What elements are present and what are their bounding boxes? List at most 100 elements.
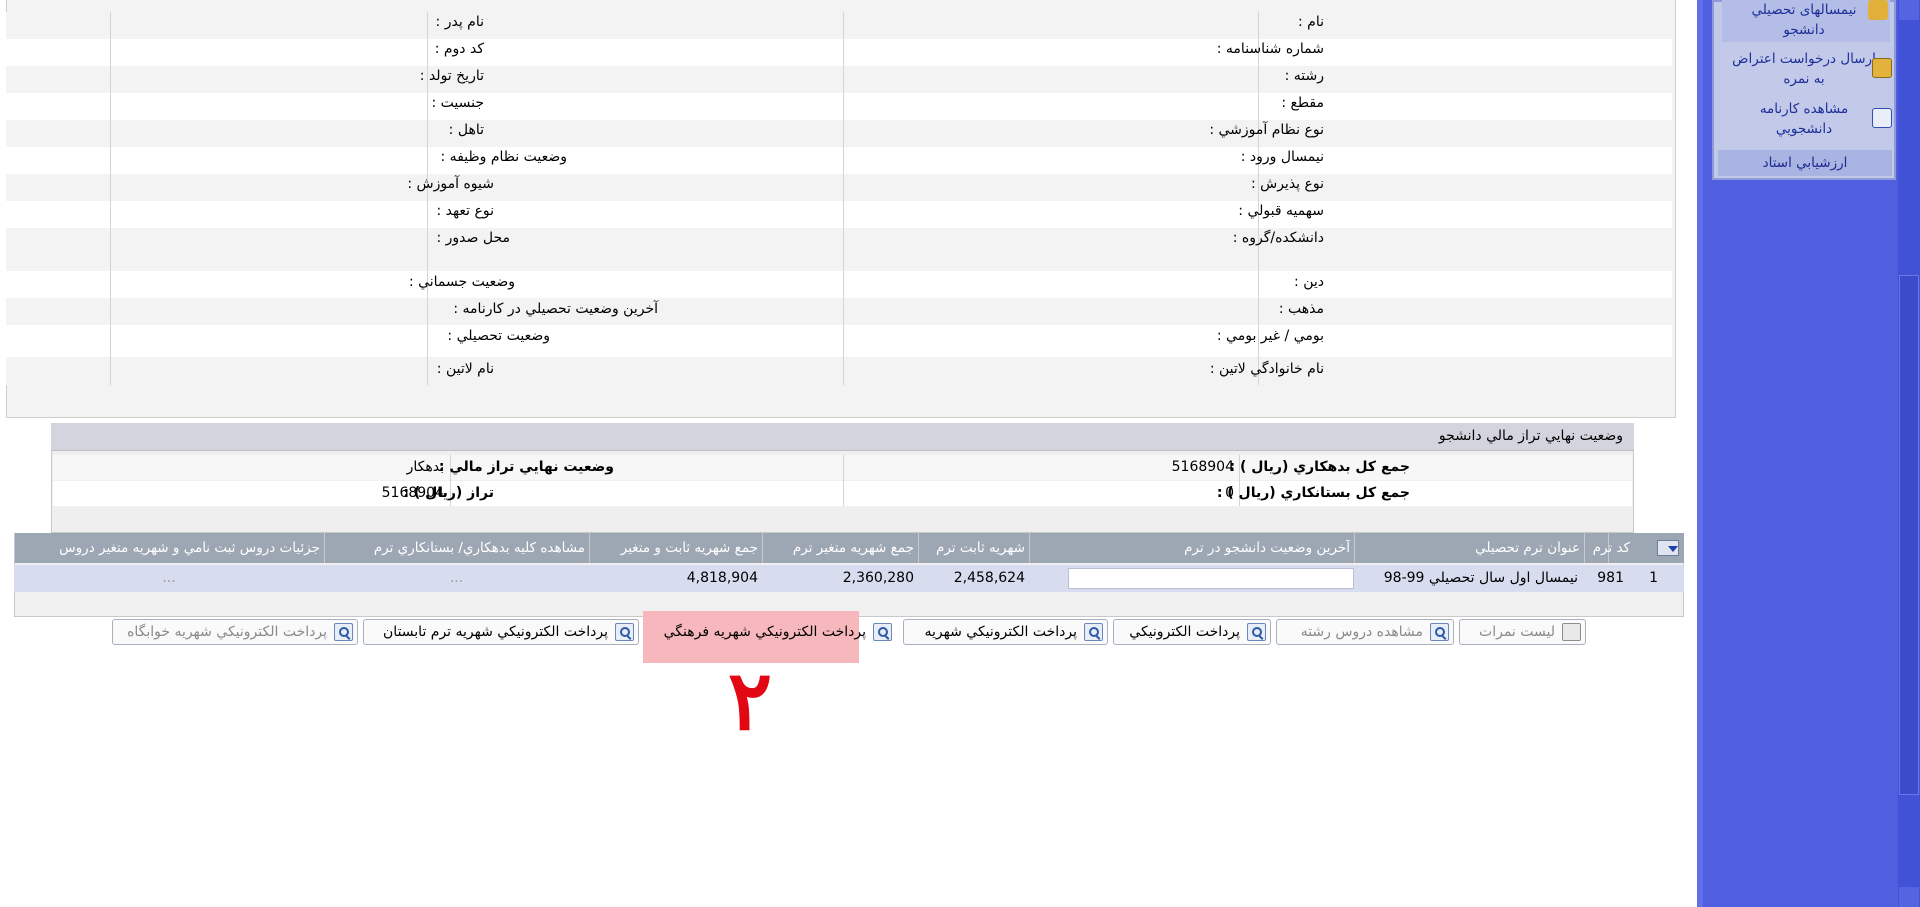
- sidebar-item-report-card-line1: مشاهده کارنامه: [1759, 101, 1849, 117]
- e-payment-cultural-tuition-button[interactable]: پرداخت الکترونيکي شهريه فرهنگي: [645, 619, 897, 645]
- magnifier-icon: [334, 623, 353, 641]
- sidebar-item-teacher-evaluation[interactable]: ارزشيابي استاد: [1718, 150, 1892, 176]
- info-row: [6, 174, 1672, 201]
- sidebar-item-report-card[interactable]: مشاهده کارنامه دانشجويي: [1724, 99, 1884, 139]
- label-final-balance-status: وضعيت نهايي تراز مالي :: [438, 459, 614, 475]
- scroll-up-button[interactable]: [1899, 0, 1919, 20]
- cell-last-status-field: [1068, 568, 1354, 589]
- sidebar-item-report-card-line2: دانشجويي: [1775, 121, 1833, 137]
- label-faculty: دانشکده/گروه :: [1232, 230, 1324, 246]
- label-sect: مذهب :: [1278, 301, 1324, 317]
- info-row: [6, 147, 1672, 174]
- label-degree: مقطع :: [1281, 95, 1324, 111]
- value-balance: 5168904: [381, 485, 444, 501]
- info-row: [6, 201, 1672, 228]
- cell-details-link[interactable]: ...: [14, 565, 324, 592]
- label-admission-type: نوع پذيرش :: [1250, 176, 1324, 192]
- info-row: [6, 12, 1672, 39]
- dropdown-arrow-icon[interactable]: [1668, 546, 1678, 552]
- sidebar-item-terms-line2: دانشجو: [1783, 22, 1825, 38]
- label-field: رشته :: [1284, 68, 1324, 84]
- info-row: [6, 93, 1672, 120]
- col-header-term-code[interactable]: کد ترم: [1584, 533, 1634, 563]
- sidebar-item-grade-objection-line1: ارسال درخواست اعتراض: [1732, 51, 1876, 67]
- label-latin-family-name: نام خانوادگي لاتين :: [1209, 361, 1324, 377]
- e-payment-summer-tuition-button[interactable]: پرداخت الکترونيکي شهريه ترم تابستان: [363, 619, 639, 645]
- col-header-variable-tuition[interactable]: جمع شهريه متغير ترم: [762, 533, 918, 563]
- printer-icon: [1562, 623, 1581, 641]
- label-last-academic-status: آخرين وضعيت تحصيلي در کارنامه :: [453, 301, 658, 317]
- magnifier-icon: [1084, 623, 1103, 641]
- magnifier-icon: [1247, 623, 1266, 641]
- magnifier-icon: [873, 623, 892, 641]
- magnifier-icon: [1430, 623, 1449, 641]
- lock-icon: [1872, 58, 1892, 78]
- cell-row-number: 1: [1649, 570, 1658, 586]
- value-total-debt: 5168904: [1171, 459, 1234, 475]
- value-final-balance-status: بدهکار: [406, 459, 444, 475]
- col-header-debt-view[interactable]: مشاهده کليه بدهکاري/ بستانکاري ترم: [324, 533, 589, 563]
- label-commitment-type: نوع تعهد :: [436, 203, 494, 219]
- label-total-debt: جمع کل بدهکاري (ريال ) :: [1229, 459, 1410, 475]
- value-total-credit: 0: [1225, 485, 1234, 501]
- scroll-down-button[interactable]: [1899, 887, 1919, 907]
- label-academic-status: وضعيت تحصيلي :: [447, 328, 550, 344]
- info-row: [6, 298, 1672, 325]
- col-header-total-tuition[interactable]: جمع شهريه ثابت و متغير: [589, 533, 762, 563]
- sidebar-item-grade-objection[interactable]: ارسال درخواست اعتراض به نمره: [1724, 49, 1884, 89]
- label-first-name: نام :: [1298, 14, 1324, 30]
- cell-fixed-tuition: 2,458,624: [953, 570, 1025, 586]
- sidebar-item-terms[interactable]: نيمسالهای تحصيلي دانشجو: [1724, 0, 1884, 40]
- sidebar-edge: [1697, 0, 1703, 907]
- col-header-term-title[interactable]: عنوان ترم تحصيلي: [1354, 533, 1584, 563]
- info-row: [6, 357, 1672, 385]
- col-header-last-status[interactable]: آخرين وضعيت دانشجو در ترم: [1029, 533, 1354, 563]
- col-header-fixed-tuition[interactable]: شهريه ثابت ترم: [918, 533, 1029, 563]
- e-payment-dorm-tuition-button[interactable]: پرداخت الکترونيکي شهريه خوابگاه: [112, 619, 358, 645]
- label-study-mode: شيوه آموزش :: [407, 176, 494, 192]
- scrollbar-thumb[interactable]: [1899, 275, 1919, 795]
- e-payment-tuition-button[interactable]: پرداخت الکترونيکي شهريه: [903, 619, 1108, 645]
- label-quota: سهميه قبولي :: [1238, 203, 1324, 219]
- col-header-details[interactable]: جزئيات دروس ثبت نامي و شهريه متغير دروس: [14, 533, 324, 563]
- label-marital: تاهل :: [448, 122, 484, 138]
- e-payment-button[interactable]: پرداخت الکترونيکي: [1113, 619, 1271, 645]
- financial-status-title: وضعيت نهايي تراز مالي دانشجو: [1438, 428, 1623, 444]
- cell-total-tuition: 4,818,904: [686, 570, 758, 586]
- annotation-number: ۲: [727, 653, 773, 749]
- grades-list-button[interactable]: ليست نمرات: [1459, 619, 1586, 645]
- info-row: [6, 39, 1672, 66]
- info-row: [6, 66, 1672, 93]
- magnifier-icon: [615, 623, 634, 641]
- e-payment-cultural-tuition-label: پرداخت الکترونيکي شهريه فرهنگي: [663, 624, 866, 640]
- label-total-credit: جمع کل بستانکاري (ريال ) :: [1216, 485, 1410, 501]
- cell-term-title: نيمسال اول سال تحصيلي 99-98: [1383, 570, 1578, 586]
- e-payment-tuition-label: پرداخت الکترونيکي شهريه: [924, 624, 1077, 640]
- label-gender: جنسيت :: [431, 95, 484, 111]
- label-religion: دين :: [1294, 274, 1324, 290]
- folder-lock-icon: [1868, 0, 1888, 20]
- label-issue-place: محل صدور :: [436, 230, 510, 246]
- sidebar-item-grade-objection-line2: به نمره: [1783, 71, 1825, 87]
- cell-debt-view-link[interactable]: ...: [324, 565, 589, 592]
- label-id-number: شماره شناسنامه :: [1216, 41, 1324, 57]
- sidebar-item-terms-line1: نيمسالهای تحصيلي: [1751, 2, 1857, 18]
- e-payment-dorm-tuition-label: پرداخت الکترونيکي شهريه خوابگاه: [127, 624, 327, 640]
- column-divider: [843, 12, 844, 385]
- view-field-courses-button[interactable]: مشاهده دروس رشته: [1276, 619, 1454, 645]
- label-latin-name: نام لاتين :: [436, 361, 494, 377]
- financial-status-header: [51, 423, 1634, 451]
- label-native: بومي / غير بومي :: [1216, 328, 1324, 344]
- label-second-code: کد دوم :: [434, 41, 484, 57]
- label-education-system: نوع نظام آموزشي :: [1209, 122, 1324, 138]
- label-birth-date: تاريخ تولد :: [419, 68, 484, 84]
- label-father-name: نام پدر :: [435, 14, 484, 30]
- e-payment-label: پرداخت الکترونيکي: [1129, 624, 1240, 640]
- column-divider: [110, 12, 111, 385]
- report-card-icon: [1872, 108, 1892, 128]
- info-row: [6, 325, 1672, 357]
- e-payment-summer-tuition-label: پرداخت الکترونيکي شهريه ترم تابستان: [383, 624, 608, 640]
- cell-variable-tuition: 2,360,280: [842, 570, 914, 586]
- info-row: [6, 271, 1672, 298]
- cell-term-code: 981: [1597, 570, 1624, 586]
